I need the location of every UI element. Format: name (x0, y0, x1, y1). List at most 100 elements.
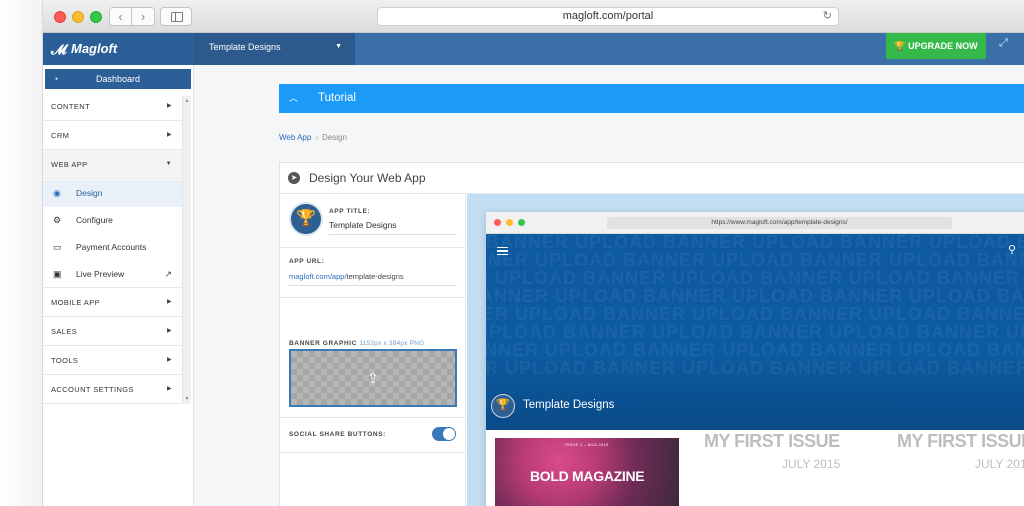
logo-mark-icon: 𝓜 (51, 41, 67, 57)
tutorial-bar[interactable]: ︿ Tutorial (279, 84, 1024, 113)
close-window-button[interactable] (54, 11, 66, 23)
social-share-toggle[interactable] (432, 427, 456, 441)
sidebar-item-crm[interactable]: CRM ▶ (43, 121, 182, 150)
magloft-logo[interactable]: 𝓜 Magloft (43, 33, 194, 65)
sidebar-item-mobile-app[interactable]: MOBILE APP ▶ (43, 288, 182, 317)
trophy-icon: 🏆 (894, 41, 906, 51)
app-selector-dropdown[interactable]: Template Designs ▼ (194, 33, 355, 65)
monitor-icon: ▣ (53, 269, 62, 279)
banner-size-hint: 1152px x 384px PNG (359, 340, 425, 347)
banner-upload-dropzone[interactable]: ⇪ (289, 349, 457, 407)
sidebar-item-label: TOOLS (51, 356, 79, 365)
tutorial-label: Tutorial (318, 92, 356, 104)
caret-right-icon: ▶ (166, 357, 172, 363)
gears-icon: ⚙ (53, 215, 62, 225)
app-url-label: APP URL: (289, 258, 325, 265)
sidebar-item-label: CONTENT (51, 102, 91, 111)
app-title-input[interactable]: Template Designs (329, 220, 397, 230)
sidebar-nav: ◔ Dashboard CONTENT ▶ CRM ▶ WEB APP ▼ ◉ … (43, 65, 194, 506)
upgrade-label: UPGRADE NOW (908, 41, 978, 51)
browser-window: ‹ › magloft.com/portal ↻ 𝓜 Magloft Templa… (42, 0, 1024, 506)
compass-icon: ◉ (53, 188, 61, 198)
sidebar-item-sales[interactable]: SALES ▶ (43, 317, 182, 346)
divider (280, 247, 466, 248)
sidebar-subitem-label: Design (76, 188, 103, 198)
address-bar-url: magloft.com/portal (562, 10, 654, 22)
sidebar-item-label: CRM (51, 131, 70, 140)
panel-header: ➤ Design Your Web App (280, 163, 1024, 194)
caret-down-icon: ▼ (165, 161, 172, 167)
cover-issue-text: ISSUE 1 – AUG 2015 (565, 442, 609, 447)
breadcrumb: Web App › Design (279, 133, 347, 142)
cover-title: BOLD MAGAZINE (530, 468, 645, 484)
app-icon-upload[interactable]: 🏆 (289, 202, 323, 236)
toggle-knob (443, 428, 455, 440)
sidebar-subitem-payment-accounts[interactable]: ▭ Payment Accounts (43, 234, 182, 261)
credit-card-icon: ▭ (53, 242, 62, 252)
sidebar-scrollbar[interactable]: ▲ ▼ (182, 96, 191, 404)
sidebar-item-account-settings[interactable]: ACCOUNT SETTINGS ▶ (43, 375, 182, 404)
sidebar-subitem-label: Payment Accounts (76, 242, 147, 252)
sidebar-item-dashboard[interactable]: ◔ Dashboard (45, 69, 191, 89)
scroll-down-icon[interactable]: ▼ (183, 396, 191, 402)
app-title-label: APP TITLE: (329, 208, 371, 215)
chevron-right-icon[interactable]: › (132, 7, 155, 26)
fullscreen-icon[interactable]: ⤢ (999, 37, 1008, 50)
sidebar-item-content[interactable]: CONTENT ▶ (43, 92, 182, 121)
preview-banner: BANNER UPLOAD BANNER UPLOAD BANNER UPLOA… (486, 234, 1024, 430)
issue-title: MY FIRST ISSUE (897, 431, 1024, 451)
compass-icon: ➤ (288, 172, 300, 184)
caret-right-icon: ▶ (166, 132, 172, 138)
caret-right-icon: ▶ (166, 328, 172, 334)
page-backdrop (0, 0, 42, 506)
preview-zoom-dot (518, 219, 525, 226)
banner-graphic-label: BANNER GRAPHIC 1152px x 384px PNG (289, 340, 424, 347)
upgrade-now-button[interactable]: 🏆 UPGRADE NOW (886, 33, 986, 59)
app-url-input[interactable]: magloft.com/app/template-designs (289, 272, 404, 281)
sidebar-subitem-design[interactable]: ◉ Design (43, 180, 182, 207)
social-share-label: SOCIAL SHARE BUTTONS: (289, 431, 386, 438)
banner-watermark-text: BANNER UPLOAD BANNER UPLOAD BANNER UPLOA… (486, 358, 1024, 378)
web-app-preview: https://www.magloft.com/app/template-des… (467, 194, 1024, 506)
divider (280, 297, 466, 298)
app-url-slug: template-designs (346, 272, 404, 281)
logo-text: Magloft (71, 41, 118, 56)
chevron-left-icon[interactable]: ‹ (109, 7, 132, 26)
divider (280, 417, 466, 418)
preview-browser-window: https://www.magloft.com/app/template-des… (486, 212, 1024, 506)
address-bar[interactable]: magloft.com/portal ↻ (377, 7, 839, 26)
external-link-icon: ↗ (164, 269, 172, 279)
app-selector-label: Template Designs (209, 42, 281, 52)
sidebar-item-tools[interactable]: TOOLS ▶ (43, 346, 182, 375)
divider (280, 452, 466, 453)
reload-icon[interactable]: ↻ (823, 8, 832, 25)
sidebar-item-label: MOBILE APP (51, 298, 101, 307)
sidebar-item-label: ACCOUNT SETTINGS (51, 385, 134, 394)
sidebar-subitem-label: Configure (76, 215, 113, 225)
dashboard-label: Dashboard (95, 74, 141, 84)
sidebar-toggle-button[interactable] (160, 7, 192, 26)
page-title: Design Your Web App (309, 171, 426, 185)
trophy-icon: 🏆 (491, 394, 515, 418)
sidebar-item-label: WEB APP (51, 160, 88, 169)
app-url-domain: magloft.com/app/ (289, 272, 347, 281)
upload-icon: ⇪ (367, 370, 379, 386)
zoom-window-button[interactable] (90, 11, 102, 23)
sidebar-item-label: SALES (51, 327, 78, 336)
banner-graphic-title: BANNER GRAPHIC (289, 340, 357, 347)
preview-close-dot (494, 219, 501, 226)
minimize-window-button[interactable] (72, 11, 84, 23)
breadcrumb-current: Design (322, 133, 347, 142)
breadcrumb-link-web-app[interactable]: Web App (279, 133, 311, 142)
magazine-cover: ISSUE 1 – AUG 2015 BOLD MAGAZINE (495, 438, 679, 506)
scroll-up-icon[interactable]: ▲ (183, 98, 191, 104)
caret-right-icon: ▶ (166, 299, 172, 305)
sidebar-item-web-app[interactable]: WEB APP ▼ (43, 150, 182, 179)
search-icon: ⚲ (1008, 244, 1017, 256)
sidebar-icon (171, 12, 183, 22)
sidebar-subitem-configure[interactable]: ⚙ Configure (43, 207, 182, 234)
caret-right-icon: ▶ (166, 103, 172, 109)
caret-right-icon: ▶ (166, 386, 172, 392)
sidebar-subitem-live-preview[interactable]: ▣ Live Preview ↗ (43, 261, 182, 288)
settings-column: 🏆 APP TITLE: Template Designs APP URL: m… (280, 194, 466, 506)
